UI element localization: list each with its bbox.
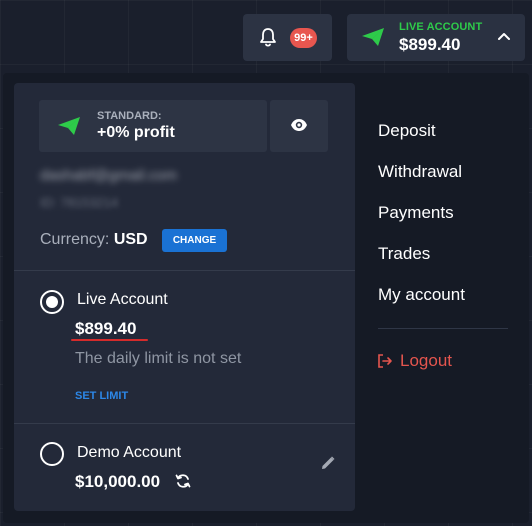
currency-row: Currency: USD	[40, 231, 148, 249]
account-card: STANDARD: +0% profit dashabf@gmail.com I…	[14, 83, 355, 511]
logout-label: Logout	[400, 351, 452, 370]
divider	[14, 270, 355, 271]
user-email: dashabf@gmail.com	[40, 167, 177, 184]
account-balance: $899.40	[399, 35, 461, 54]
plan-profit: +0% profit	[97, 124, 175, 141]
refresh-icon[interactable]	[175, 473, 191, 489]
currency-value: USD	[113, 231, 148, 248]
live-account-name[interactable]: Live Account	[77, 291, 168, 309]
currency-label: Currency:	[40, 231, 110, 248]
menu-divider	[378, 328, 508, 329]
demo-account-radio[interactable]	[40, 442, 64, 466]
bell-icon	[260, 28, 276, 47]
plan-name: STANDARD:	[97, 110, 162, 122]
paper-plane-icon	[58, 117, 80, 135]
notifications-button[interactable]: 99+	[243, 14, 332, 61]
edit-pencil-icon[interactable]	[320, 455, 336, 471]
account-type-label: LIVE ACCOUNT	[399, 21, 483, 33]
demo-account-balance: $10,000.00	[75, 472, 161, 491]
daily-limit-note: The daily limit is not set	[75, 350, 242, 367]
menu-item-my-account[interactable]: My account	[378, 285, 465, 305]
menu-item-trades[interactable]: Trades	[378, 244, 430, 264]
divider	[14, 423, 355, 424]
logout-link[interactable]: Logout	[378, 351, 452, 371]
toggle-visibility-button[interactable]	[270, 100, 328, 152]
menu-item-deposit[interactable]: Deposit	[378, 121, 436, 141]
set-limit-link[interactable]: SET LIMIT	[75, 390, 128, 402]
chevron-up-icon	[498, 33, 510, 40]
menu-item-payments[interactable]: Payments	[378, 203, 454, 223]
eye-icon	[291, 119, 307, 131]
balance-underline	[71, 339, 148, 341]
menu-item-withdrawal[interactable]: Withdrawal	[378, 162, 462, 182]
live-account-balance: $899.40	[75, 319, 137, 338]
logout-icon	[378, 354, 392, 368]
account-dropdown: STANDARD: +0% profit dashabf@gmail.com I…	[3, 73, 529, 523]
notification-count-badge: 99+	[290, 28, 317, 48]
user-id: ID: 78153214	[40, 195, 119, 210]
paper-plane-icon	[362, 28, 384, 46]
change-currency-button[interactable]: CHANGE	[162, 229, 227, 252]
account-selector-button[interactable]: LIVE ACCOUNT $899.40	[347, 14, 525, 61]
plan-badge[interactable]: STANDARD: +0% profit	[39, 100, 267, 152]
live-account-radio[interactable]	[40, 290, 64, 314]
demo-account-name[interactable]: Demo Account	[77, 444, 181, 462]
